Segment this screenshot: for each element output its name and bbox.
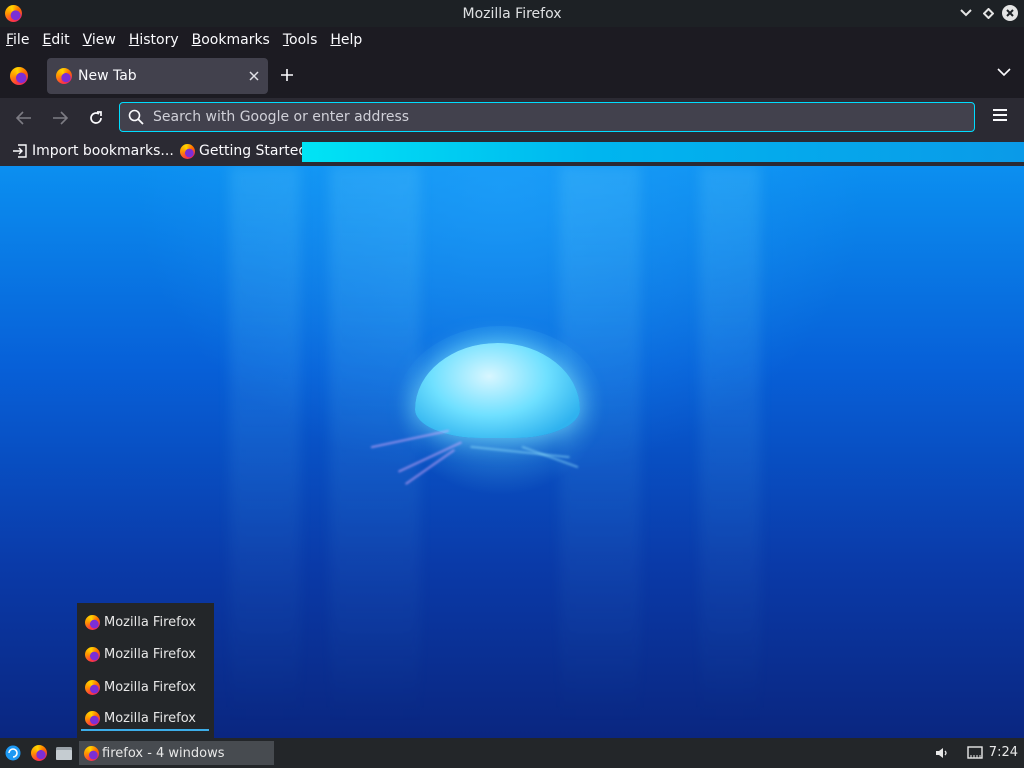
menu-bookmarks[interactable]: Bookmarks [192,32,270,48]
taskbar: firefox - 4 windows 7:24 [0,738,1024,768]
menu-history-mnemonic: H [128,32,140,48]
close-tab-button[interactable] [249,67,259,85]
chevron-down-icon [997,68,1011,77]
taskbar-window-list: Mozilla Firefox Mozilla Firefox Mozilla … [77,603,214,738]
menu-file[interactable]: File [6,32,29,48]
menu-bookmarks-label: ookmarks [201,32,270,48]
bookmark-import[interactable]: Import bookmarks... [12,143,174,159]
chevron-down-icon [960,9,972,17]
menu-history-label: istory [139,32,179,48]
firefox-icon [180,143,195,159]
plus-icon [281,69,293,81]
firefox-icon [85,679,100,695]
menu-view-label: iew [91,32,116,48]
window-list-label: Mozilla Firefox [104,646,196,662]
window-title: Mozilla Firefox [462,5,562,22]
window-controls [958,4,1018,22]
task-label: firefox - 4 windows [102,745,225,761]
app-menu-button[interactable] [993,109,1007,124]
file-manager-icon[interactable] [55,744,73,762]
window-titlebar[interactable]: Mozilla Firefox [0,0,1024,27]
firefox-icon[interactable] [31,745,47,761]
hamburger-icon [993,109,1007,111]
list-all-tabs-button[interactable] [997,65,1011,81]
reload-button[interactable] [84,106,108,130]
firefox-icon [85,710,100,726]
menu-help-label: elp [340,32,363,48]
tab-label: New Tab [78,68,137,84]
menu-help[interactable]: Help [330,32,362,48]
arrow-right-icon [53,111,68,125]
minimize-button[interactable] [958,4,974,22]
menu-edit-label: dit [51,32,70,48]
clock[interactable]: 7:24 [989,745,1018,760]
hamburger-icon-line [993,119,1007,121]
window-list-item-active[interactable]: Mozilla Firefox [81,707,209,731]
arrow-left-icon [16,111,31,125]
firefox-icon [56,68,72,84]
network-icon[interactable] [966,744,984,762]
menu-edit[interactable]: Edit [42,32,69,48]
close-icon [249,71,259,81]
bookmarks-toolbar: Import bookmarks... Getting Started [0,138,1024,166]
window-list-item[interactable]: Mozilla Firefox [85,675,196,699]
bookmarks-bar-highlight [302,142,1024,162]
url-bar[interactable] [119,102,975,132]
menu-view-mnemonic: V [82,32,92,48]
bookmark-getting-started[interactable]: Getting Started [180,143,307,159]
close-icon [1006,9,1014,17]
menu-bookmarks-mnemonic: B [191,32,202,48]
menu-tools-label: ools [289,32,318,48]
window-list-item[interactable]: Mozilla Firefox [85,642,196,666]
tab-strip: New Tab [0,53,1024,98]
window-list-item[interactable]: Mozilla Firefox [85,610,196,634]
menu-history[interactable]: History [129,32,179,48]
bookmark-label: Getting Started [199,143,308,159]
taskbar-task-firefox[interactable]: firefox - 4 windows [79,741,274,765]
import-icon [13,144,27,158]
search-icon [127,108,145,126]
menu-bar: File Edit View History Bookmarks Tools H… [0,27,1024,53]
window-list-label: Mozilla Firefox [104,710,196,726]
menu-help-mnemonic: H [330,32,341,48]
firefox-icon [84,745,99,761]
app-menu-icon[interactable] [4,744,22,762]
diamond-icon [982,7,994,19]
window-list-label: Mozilla Firefox [104,679,196,695]
window-list-label: Mozilla Firefox [104,614,196,630]
navigation-toolbar [0,98,1024,138]
back-button[interactable] [12,106,36,130]
firefox-icon [85,614,100,630]
firefox-icon [5,5,22,22]
forward-button[interactable] [48,106,72,130]
maximize-button[interactable] [980,4,996,22]
url-input[interactable] [151,108,955,126]
light-ray [230,166,300,726]
hamburger-icon-line [993,114,1007,116]
volume-icon[interactable] [934,745,950,761]
close-window-button[interactable] [1002,5,1018,21]
firefox-view-button[interactable] [10,67,28,85]
reload-icon [90,111,102,124]
new-tab-button[interactable] [280,63,294,88]
menu-tools[interactable]: Tools [283,32,318,48]
bookmark-label: Import bookmarks... [32,143,174,159]
menu-edit-mnemonic: E [42,32,52,48]
light-ray [700,166,760,726]
firefox-icon [85,646,100,662]
menu-file-mnemonic: F [6,32,14,48]
menu-file-label: ile [13,32,30,48]
menu-view[interactable]: View [83,32,116,48]
tab-new-tab[interactable]: New Tab [47,58,268,94]
